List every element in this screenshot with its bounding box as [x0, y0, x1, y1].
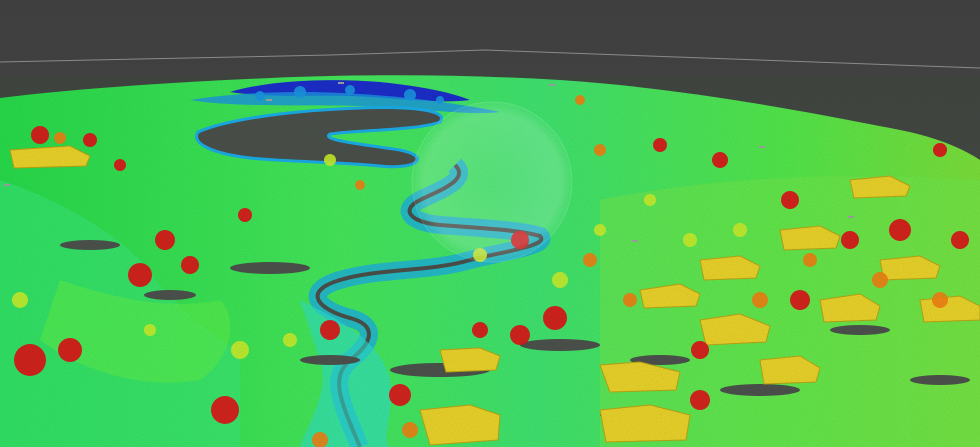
point-cloud-viewport[interactable]: [0, 0, 980, 447]
point-marker[interactable]: [759, 146, 765, 148]
orbit-navigation-sphere[interactable]: [411, 101, 573, 263]
point-marker[interactable]: [4, 184, 10, 186]
point-marker[interactable]: [848, 216, 854, 218]
point-marker[interactable]: [549, 84, 555, 86]
point-marker[interactable]: [632, 240, 638, 242]
point-marker[interactable]: [338, 82, 344, 84]
point-marker[interactable]: [266, 99, 272, 101]
lidar-point-cloud-scene[interactable]: [0, 0, 980, 447]
